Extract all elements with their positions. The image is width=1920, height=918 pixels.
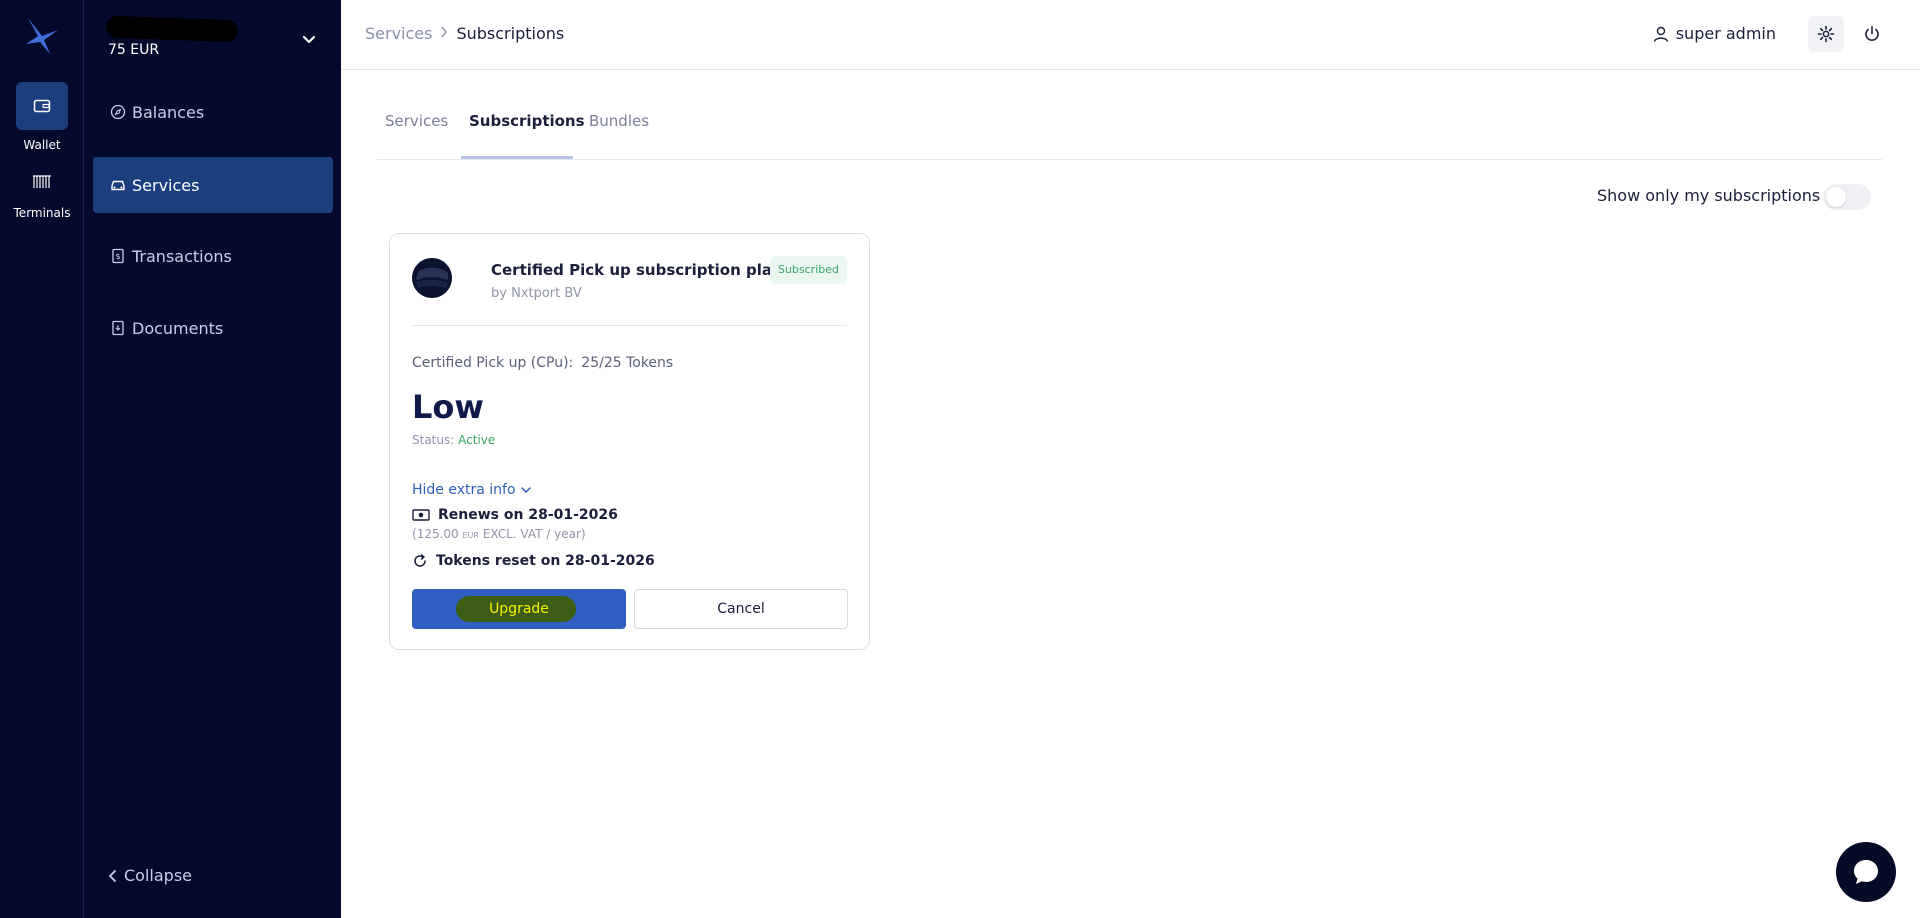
sidebar-item-services[interactable]: Services [93,157,333,213]
gear-icon [1817,25,1835,43]
user-name: super admin [1675,24,1776,43]
renewal-line: Renews on 28-01-2026 [412,507,618,523]
price-amount: (125.00 [412,527,459,541]
status-badge: Subscribed [769,256,847,284]
tokens-reset-text: Tokens reset on 28-01-2026 [436,553,655,569]
sidebar-item-label: Balances [132,102,205,122]
card-divider [412,325,847,326]
cancel-button[interactable]: Cancel [634,589,848,629]
chevron-down-icon [520,485,532,495]
collapse-label: Collapse [124,866,192,885]
sidebar-item-transactions[interactable]: $ Transactions [93,228,333,284]
car-icon [110,177,126,193]
top-header: Services Subscriptions super admin [341,0,1920,70]
subscription-card: Certified Pick up subscription plans by … [389,233,870,650]
provider-avatar [412,258,452,298]
price-currency: EUR [462,531,479,540]
service-label: Certified Pick up (CPu): [412,355,574,371]
svg-text:$: $ [115,252,120,261]
price-rest: EXCL. VAT / year) [482,527,586,541]
renews-text: Renews on 28-01-2026 [438,507,618,523]
power-icon [1863,25,1881,43]
user-icon [1652,25,1670,43]
account-name-redacted [105,15,239,43]
compass-icon [110,104,126,120]
breadcrumb: Services Subscriptions [365,24,564,43]
status-line: Status: Active [412,433,495,447]
rail-label-wallet: Wallet [23,138,61,152]
breadcrumb-subscriptions: Subscriptions [456,24,565,43]
chevron-right-icon [440,26,448,42]
token-count: 25/25 Tokens [581,355,674,371]
tab-bar: Services Subscriptions Bundles [377,96,1882,160]
service-tokens-line: Certified Pick up (CPu): 25/25 Tokens [412,355,673,371]
sidebar-item-label: Services [132,175,200,195]
wallet-icon [16,82,68,130]
document-icon [110,320,126,336]
rail-label-terminals: Terminals [13,206,71,220]
tokens-reset-line: Tokens reset on 28-01-2026 [412,553,655,569]
rail-item-terminals[interactable]: Terminals [0,158,84,220]
tab-services[interactable]: Services [385,112,448,160]
show-my-subscriptions-label: Show only my subscriptions [1597,186,1821,205]
card-provider: by Nxtport BV [491,286,582,301]
upgrade-label: Upgrade [489,601,549,617]
active-tab-indicator [461,156,573,159]
chat-launcher-button[interactable] [1836,842,1896,902]
status-label: Status: [412,433,455,447]
sidebar-item-documents[interactable]: Documents [93,300,333,356]
show-my-subscriptions-toggle[interactable] [1823,184,1871,210]
app-rail: Wallet Terminals [0,0,84,918]
chevron-down-icon[interactable] [300,30,318,48]
sidebar: 75 EUR Balances Services $ Transactions … [84,0,341,918]
barcode-icon [16,158,68,206]
sidebar-item-label: Documents [132,318,224,338]
upgrade-button[interactable]: Upgrade [412,589,626,629]
chat-icon [1850,856,1882,888]
logout-button[interactable] [1854,16,1890,52]
user-menu[interactable]: super admin [1652,24,1776,43]
rail-item-wallet[interactable]: Wallet [0,82,84,152]
card-title: Certified Pick up subscription plans [491,261,792,279]
tab-subscriptions[interactable]: Subscriptions [469,112,585,160]
sidebar-item-balances[interactable]: Balances [93,84,333,140]
refresh-icon [412,553,428,569]
cash-icon [412,508,430,522]
account-balance: 75 EUR [108,42,160,58]
sidebar-item-label: Transactions [132,246,232,266]
hide-extra-info-link[interactable]: Hide extra info [412,482,532,498]
cancel-label: Cancel [717,601,765,617]
price-line: (125.00 EUR EXCL. VAT / year) [412,527,586,541]
settings-button[interactable] [1808,16,1844,52]
breadcrumb-services[interactable]: Services [365,24,432,43]
collapse-button[interactable]: Collapse [108,866,192,885]
status-value: Active [458,433,496,447]
tab-bundles[interactable]: Bundles [589,112,649,160]
plan-name: Low [412,388,484,426]
bird-logo-icon[interactable] [20,14,64,58]
hide-extra-info-label: Hide extra info [412,482,516,498]
chevron-left-icon [108,869,118,883]
toggle-knob [1826,187,1846,207]
receipt-icon: $ [110,248,126,264]
